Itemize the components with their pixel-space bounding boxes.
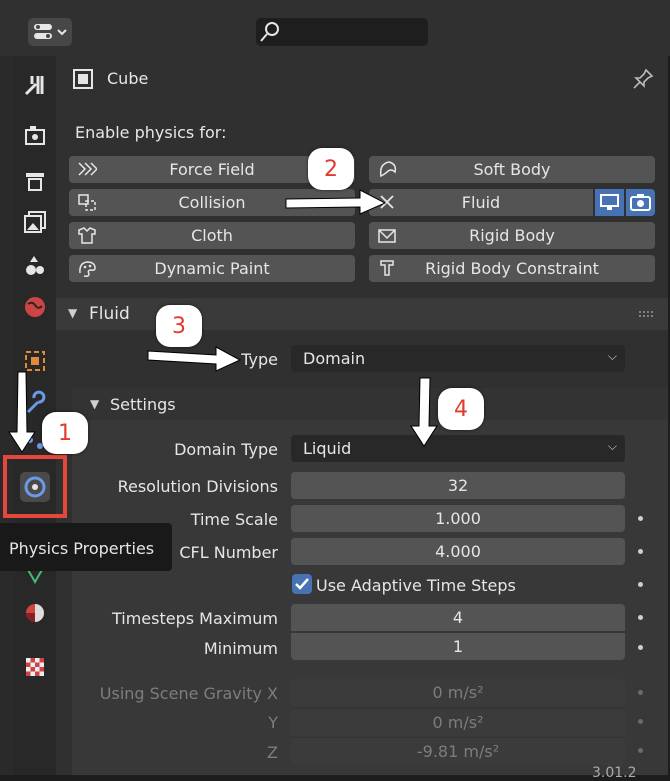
callout-1: 1 (42, 412, 88, 454)
callout-2: 2 (308, 148, 354, 190)
callout-3: 3 (156, 305, 202, 347)
callout-4: 4 (438, 388, 484, 430)
annotation-arrows (8, 189, 438, 453)
